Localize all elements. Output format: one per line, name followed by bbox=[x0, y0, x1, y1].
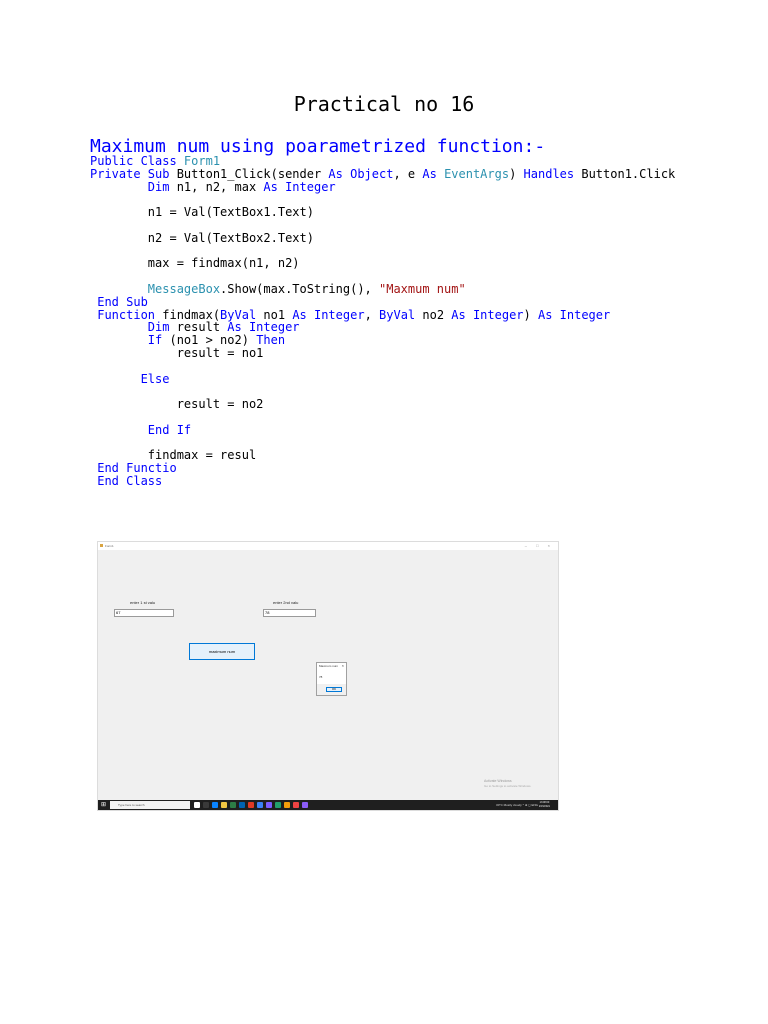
code-token: n1 = Val(TextBox1.Text) bbox=[90, 205, 314, 220]
taskbar-app-icon[interactable] bbox=[302, 802, 308, 808]
window-controls[interactable]: – □ × bbox=[525, 542, 554, 550]
code-line: result = no1 bbox=[90, 347, 675, 360]
label-second-value: enter 2nd valu bbox=[273, 600, 299, 605]
code-token: End Class bbox=[90, 473, 163, 488]
code-line: MessageBox.Show(max.ToString(), "Maxmum … bbox=[90, 283, 675, 296]
code-token: As bbox=[422, 166, 445, 181]
code-token: Button1.Click bbox=[581, 166, 676, 181]
app-screenshot: Form1 – □ × enter 1 st valu 67 enter 2nd… bbox=[97, 541, 559, 811]
code-line: End If bbox=[90, 422, 675, 437]
code-token: Else bbox=[140, 371, 170, 386]
code-token: result = no1 bbox=[90, 345, 264, 360]
taskbar-app-icon[interactable] bbox=[194, 802, 200, 808]
taskbar-app-icon[interactable] bbox=[257, 802, 263, 808]
code-token: ByVal bbox=[379, 307, 423, 322]
message-box-footer: OK bbox=[317, 684, 346, 695]
code-token: End If bbox=[147, 422, 192, 437]
code-line: End Class bbox=[90, 475, 675, 488]
code-token: MessageBox bbox=[147, 281, 221, 296]
message-box-text: 78 bbox=[319, 675, 323, 679]
clock-date: 2/15/2021 bbox=[538, 805, 550, 808]
window-titlebar: Form1 – □ × bbox=[98, 542, 558, 550]
taskbar-app-icon[interactable] bbox=[239, 802, 245, 808]
taskbar-app-icon[interactable] bbox=[221, 802, 227, 808]
code-line: result = no2 bbox=[90, 398, 675, 411]
maximum-num-button[interactable]: maximum num bbox=[189, 643, 255, 660]
code-token: result = no2 bbox=[90, 397, 264, 412]
activate-windows-watermark: Activate Windows bbox=[484, 779, 512, 783]
code-token: Object bbox=[350, 166, 394, 181]
code-token: ) bbox=[523, 307, 538, 322]
code-token: As Integer bbox=[292, 307, 365, 322]
system-tray[interactable]: 30°C Mostly cloudy ^ ⊕ ◻ ENG bbox=[496, 800, 538, 810]
message-box-title: Maxmum num bbox=[319, 664, 339, 668]
taskbar-search-box[interactable]: Type here to search bbox=[110, 801, 190, 809]
activate-windows-subtext: Go to Settings to activate Windows. bbox=[484, 784, 532, 788]
taskbar-app-icon[interactable] bbox=[248, 802, 254, 808]
code-line: End Functio bbox=[90, 462, 675, 475]
taskbar-app-icon[interactable] bbox=[266, 802, 272, 808]
taskbar-pinned-apps bbox=[194, 802, 308, 808]
code-token: Dim bbox=[147, 179, 177, 194]
code-line: Else bbox=[90, 371, 675, 386]
code-token: Handles bbox=[523, 166, 582, 181]
code-token: As Integer bbox=[263, 179, 336, 194]
label-first-value: enter 1 st valu bbox=[130, 600, 156, 605]
message-box: Maxmum num × 78 OK bbox=[316, 662, 347, 696]
code-token: EventArgs bbox=[444, 166, 510, 181]
taskbar-app-icon[interactable] bbox=[275, 802, 281, 808]
taskbar-clock[interactable]: 13:08:00 2/15/2021 bbox=[539, 801, 550, 809]
code-line: n2 = Val(TextBox2.Text) bbox=[90, 230, 675, 245]
code-token: max = findmax(n1, n2) bbox=[90, 256, 300, 271]
code-token: , e bbox=[393, 166, 423, 181]
taskbar: ⊞ Type here to search 30°C Mostly cloudy… bbox=[98, 800, 558, 810]
code-token: As Integer bbox=[537, 307, 611, 322]
ok-button[interactable]: OK bbox=[326, 687, 342, 692]
taskbar-app-icon[interactable] bbox=[284, 802, 290, 808]
code-listing: Public Class Form1 Private Sub Button1_Cl… bbox=[90, 155, 675, 488]
code-token: , bbox=[364, 307, 380, 322]
taskbar-app-icon[interactable] bbox=[203, 802, 209, 808]
code-line: max = findmax(n1, n2) bbox=[90, 257, 675, 270]
code-token: .Show(max.ToString(), bbox=[220, 281, 379, 296]
code-token: ) bbox=[509, 166, 524, 181]
close-icon[interactable]: × bbox=[342, 663, 344, 668]
taskbar-app-icon[interactable] bbox=[293, 802, 299, 808]
code-token: n2 = Val(TextBox2.Text) bbox=[90, 230, 314, 245]
window-title: Form1 bbox=[105, 544, 114, 548]
taskbar-app-icon[interactable] bbox=[212, 802, 218, 808]
code-token: no2 bbox=[422, 307, 452, 322]
code-token: n1, n2, max bbox=[176, 179, 264, 194]
code-token: "Maxmum num" bbox=[379, 281, 466, 296]
code-line: Dim n1, n2, max As Integer bbox=[90, 179, 675, 194]
code-line: n1 = Val(TextBox1.Text) bbox=[90, 206, 675, 219]
textbox-first-value[interactable]: 67 bbox=[114, 609, 174, 617]
taskbar-app-icon[interactable] bbox=[230, 802, 236, 808]
textbox-second-value[interactable]: 78 bbox=[263, 609, 316, 617]
page-title: Practical no 16 bbox=[293, 92, 475, 116]
code-token: As Integer bbox=[451, 307, 524, 322]
app-icon bbox=[100, 544, 103, 547]
windows-start-icon[interactable]: ⊞ bbox=[101, 802, 107, 808]
code-line: findmax = resul bbox=[90, 449, 675, 462]
